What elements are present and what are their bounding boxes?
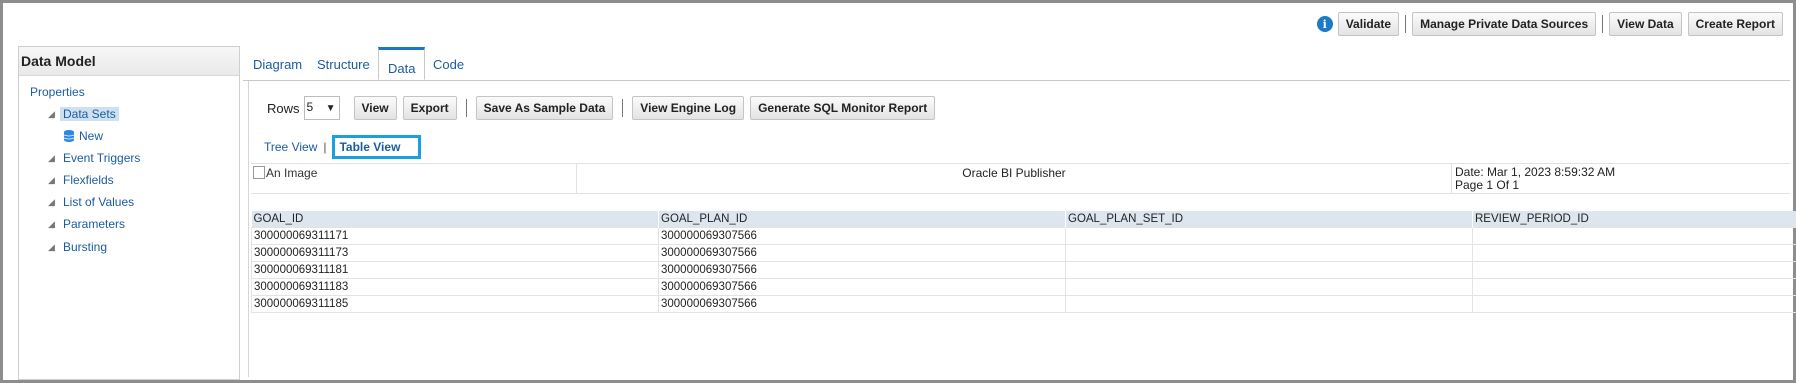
table-row: 300000069311171 300000069307566	[251, 227, 1796, 245]
save-as-sample-data-button[interactable]: Save As Sample Data	[475, 96, 614, 120]
validate-button[interactable]: Validate	[1337, 12, 1400, 36]
tree-item-flexfields[interactable]: Flexfields	[63, 173, 114, 187]
image-alt-text: An Image	[266, 166, 318, 180]
view-data-button[interactable]: View Data	[1609, 12, 1682, 36]
tree-item-bursting[interactable]: Bursting	[63, 240, 107, 254]
report-header: An Image Oracle BI Publisher Date: Mar 1…	[251, 163, 1790, 194]
report-logo: An Image	[251, 164, 577, 193]
table-cell: 300000069307566	[658, 261, 1066, 279]
create-report-button[interactable]: Create Report	[1687, 12, 1783, 36]
table-cell	[1472, 227, 1796, 245]
table-cell: 300000069311185	[251, 295, 659, 313]
view-button[interactable]: View	[353, 96, 397, 120]
window-frame: i Validate Manage Private Data Sources V…	[0, 0, 1796, 383]
tree-item-data-sets[interactable]: Data Sets	[60, 107, 119, 121]
report-title: Oracle BI Publisher	[577, 164, 1452, 193]
table-cell	[1472, 278, 1796, 296]
report-output: An Image Oracle BI Publisher Date: Mar 1…	[251, 163, 1796, 313]
table-cell: 300000069311173	[251, 244, 659, 262]
column-header: REVIEW_PERIOD_ID	[1472, 211, 1796, 228]
tree-item-list-of-values[interactable]: List of Values	[63, 195, 134, 209]
collapse-triangle-icon[interactable]: ◢	[48, 175, 55, 186]
column-header: GOAL_PLAN_ID	[658, 211, 1066, 228]
column-header: GOAL_ID	[251, 211, 659, 228]
table-cell	[1065, 227, 1473, 245]
separator	[1602, 15, 1604, 33]
generate-sql-monitor-report-button[interactable]: Generate SQL Monitor Report	[750, 96, 936, 120]
table-cell	[1065, 261, 1473, 279]
tab-bar: Diagram Structure Data Code	[243, 47, 1790, 81]
tree-item-new[interactable]: New	[64, 129, 103, 143]
tree-item-event-triggers[interactable]: Event Triggers	[63, 151, 140, 165]
panel-title: Data Model	[19, 47, 239, 76]
table-cell: 300000069311181	[251, 261, 659, 279]
table-cell	[1472, 295, 1796, 313]
column-header: GOAL_PLAN_SET_ID	[1065, 211, 1473, 228]
table-cell: 300000069311171	[251, 227, 659, 245]
separator	[465, 99, 467, 117]
tab-diagram[interactable]: Diagram	[253, 57, 302, 72]
rows-select-value: 5	[306, 100, 314, 114]
tab-data[interactable]: Data	[378, 47, 426, 80]
table-row: 300000069311173 300000069307566	[251, 244, 1796, 262]
table-row: 300000069311181 300000069307566	[251, 261, 1796, 279]
collapse-triangle-icon[interactable]: ◢	[48, 109, 55, 120]
tree-item-new-label: New	[79, 129, 104, 143]
tree-item-properties[interactable]: Properties	[30, 85, 85, 99]
table-cell	[1065, 278, 1473, 296]
table-cell: 300000069307566	[658, 227, 1066, 245]
data-table: GOAL_ID GOAL_PLAN_ID GOAL_PLAN_SET_ID RE…	[251, 211, 1796, 313]
info-icon[interactable]: i	[1316, 16, 1333, 32]
dropdown-arrow-icon: ▼	[325, 103, 336, 114]
collapse-triangle-icon[interactable]: ◢	[48, 219, 55, 230]
table-cell	[1065, 244, 1473, 262]
table-row: 300000069311183 300000069307566	[251, 278, 1796, 296]
manage-private-data-sources-button[interactable]: Manage Private Data Sources	[1412, 12, 1597, 36]
separator	[1405, 15, 1407, 33]
table-row: 300000069311185 300000069307566	[251, 295, 1796, 313]
collapse-triangle-icon[interactable]: ◢	[48, 153, 55, 164]
rows-label: Rows	[267, 100, 300, 116]
table-cell: 300000069311183	[251, 278, 659, 296]
broken-image-icon	[253, 166, 265, 179]
separator	[622, 99, 624, 117]
separator: |	[323, 140, 327, 154]
rows-select[interactable]: 5 ▼	[303, 96, 340, 120]
database-icon	[64, 130, 74, 142]
tab-code[interactable]: Code	[433, 57, 464, 72]
collapse-triangle-icon[interactable]: ◢	[48, 197, 55, 208]
view-engine-log-button[interactable]: View Engine Log	[632, 96, 745, 120]
table-view-link[interactable]: Table View	[332, 135, 422, 159]
data-toolbar: Rows 5 ▼ View Export Save As Sample Data…	[267, 96, 936, 120]
table-cell: 300000069307566	[658, 278, 1066, 296]
table-cell: 300000069307566	[658, 295, 1066, 313]
data-tab-content: Rows 5 ▼ View Export Save As Sample Data…	[248, 81, 1796, 377]
data-model-panel: Data Model Properties ◢ Data Sets New ◢ …	[18, 46, 240, 380]
table-cell	[1065, 295, 1473, 313]
tree-view-link[interactable]: Tree View	[264, 140, 317, 154]
tab-structure[interactable]: Structure	[317, 57, 370, 72]
table-header-row: GOAL_ID GOAL_PLAN_ID GOAL_PLAN_SET_ID RE…	[251, 211, 1796, 228]
collapse-triangle-icon[interactable]: ◢	[48, 242, 55, 253]
table-cell	[1472, 244, 1796, 262]
tree-item-parameters[interactable]: Parameters	[63, 217, 125, 231]
report-date-page: Date: Mar 1, 2023 8:59:32 AM Page 1 Of 1	[1452, 164, 1790, 193]
table-cell	[1472, 261, 1796, 279]
view-switcher: Tree View | Table View	[264, 135, 422, 159]
report-page: Page 1 Of 1	[1455, 178, 1520, 192]
table-cell: 300000069307566	[658, 244, 1066, 262]
top-toolbar: i Validate Manage Private Data Sources V…	[1316, 12, 1783, 36]
export-button[interactable]: Export	[402, 96, 457, 120]
